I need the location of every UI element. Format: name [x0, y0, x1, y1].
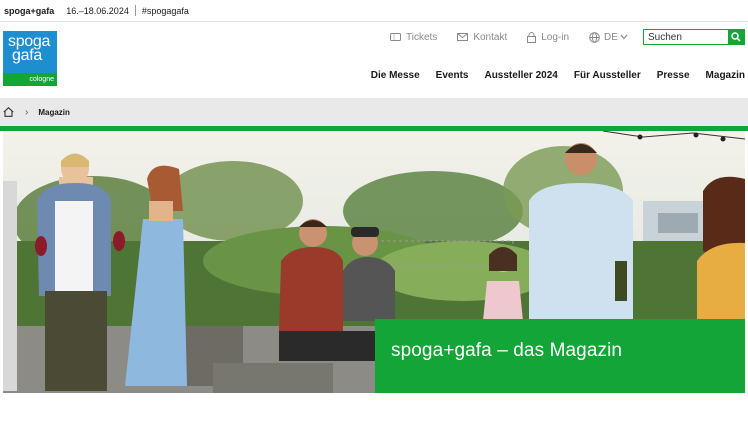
nav-item-fuer-aussteller[interactable]: Für Aussteller: [574, 70, 641, 81]
main-nav: Die Messe Events Aussteller 2024 Für Aus…: [355, 70, 745, 81]
nav-item-events[interactable]: Events: [436, 70, 469, 81]
hashtag: #spogagafa: [141, 5, 189, 16]
utility-nav: Tickets Kontakt Log-in DE: [390, 30, 628, 44]
topbar-divider: [134, 5, 136, 16]
nav-item-die-messe[interactable]: Die Messe: [371, 70, 420, 81]
top-bar: spoga+gafa 16.–18.06.2024 #spogagafa: [0, 0, 748, 22]
logo-city: cologne: [3, 73, 57, 86]
chevron-down-icon: [620, 34, 628, 40]
search-input[interactable]: [644, 30, 728, 44]
event-dates: 16.–18.06.2024: [66, 5, 129, 16]
topbar-brand: spoga+gafa: [4, 5, 55, 16]
language-selector[interactable]: DE: [589, 32, 628, 43]
nav-item-presse[interactable]: Presse: [657, 70, 690, 81]
tickets-label: Tickets: [406, 31, 438, 43]
login-label: Log-in: [541, 31, 570, 43]
lock-icon: [527, 31, 537, 43]
logo-line-gafa: gafa: [12, 47, 42, 64]
breadcrumb-current: Magazin: [38, 107, 70, 117]
site-logo[interactable]: spoga gafa cologne: [3, 31, 57, 86]
tickets-link[interactable]: Tickets: [390, 32, 437, 43]
globe-icon: [589, 31, 600, 43]
breadcrumb-separator: ›: [25, 106, 29, 118]
hero-caption[interactable]: spoga+gafa – das Magazin: [375, 319, 745, 393]
hero-banner[interactable]: spoga+gafa – das Magazin: [3, 131, 745, 393]
contact-link[interactable]: Kontakt: [457, 32, 507, 43]
search-box: [643, 29, 745, 45]
mail-icon: [457, 33, 469, 41]
breadcrumb: › Magazin: [0, 98, 748, 126]
language-label: DE: [604, 31, 618, 43]
search-icon: [731, 32, 741, 42]
nav-item-aussteller-2024[interactable]: Aussteller 2024: [484, 70, 557, 81]
login-link[interactable]: Log-in: [527, 32, 569, 43]
search-button[interactable]: [728, 30, 744, 44]
ticket-icon: [390, 33, 401, 41]
home-icon[interactable]: [3, 107, 14, 117]
nav-item-magazin[interactable]: Magazin: [706, 70, 745, 81]
contact-label: Kontakt: [473, 31, 508, 43]
